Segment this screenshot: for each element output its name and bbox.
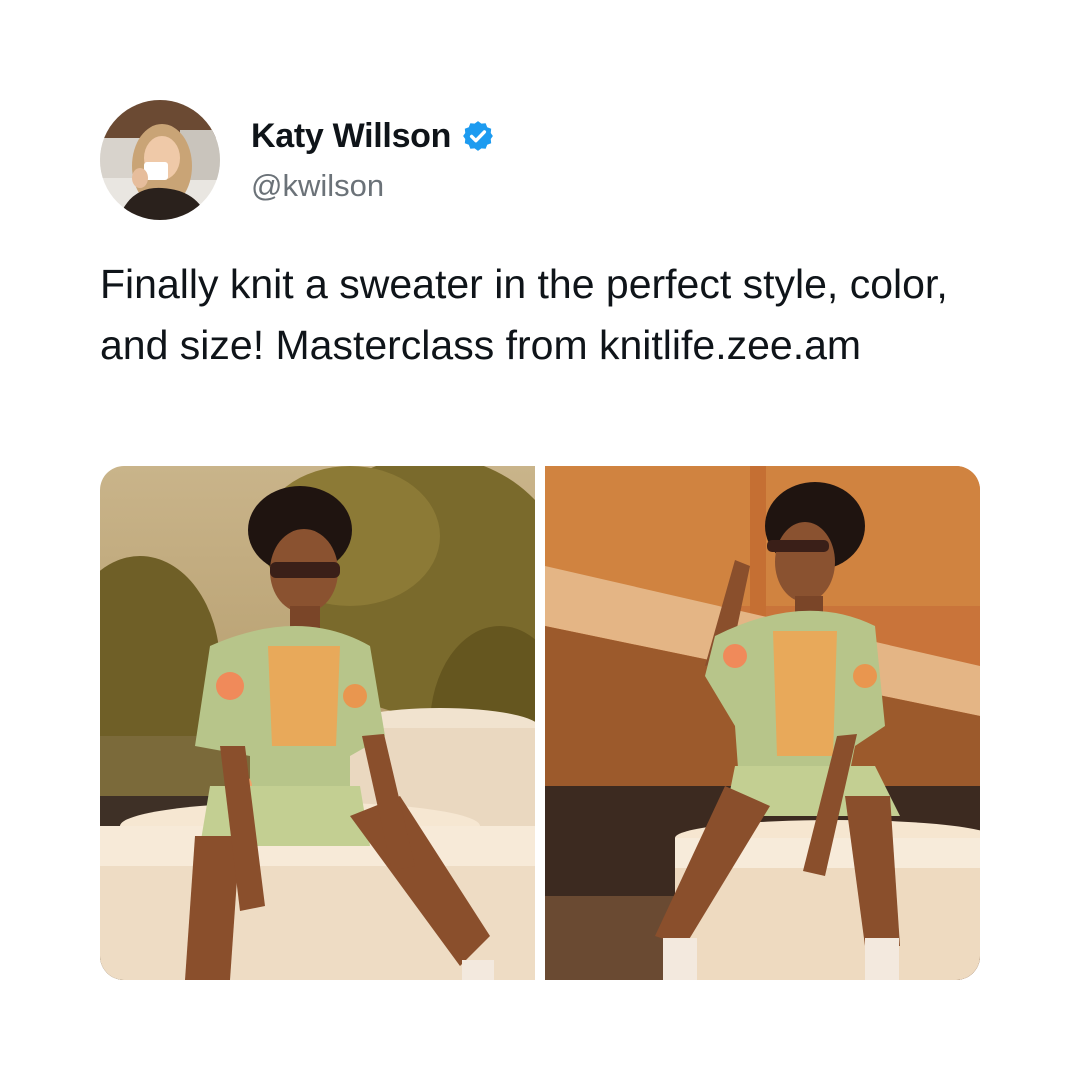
avatar[interactable] — [100, 100, 220, 220]
avatar-photo — [100, 100, 220, 220]
user-handle[interactable]: @kwilson — [251, 166, 384, 206]
display-name[interactable]: Katy Willson — [251, 114, 451, 158]
media-photo-1[interactable] — [100, 466, 535, 980]
user-name-row[interactable]: Katy Willson — [251, 114, 495, 158]
tweet-text: Finally knit a sweater in the perfect st… — [100, 261, 948, 368]
verified-badge-icon — [461, 119, 495, 153]
media-photo-2[interactable] — [545, 466, 980, 980]
media-grid[interactable] — [100, 466, 980, 980]
